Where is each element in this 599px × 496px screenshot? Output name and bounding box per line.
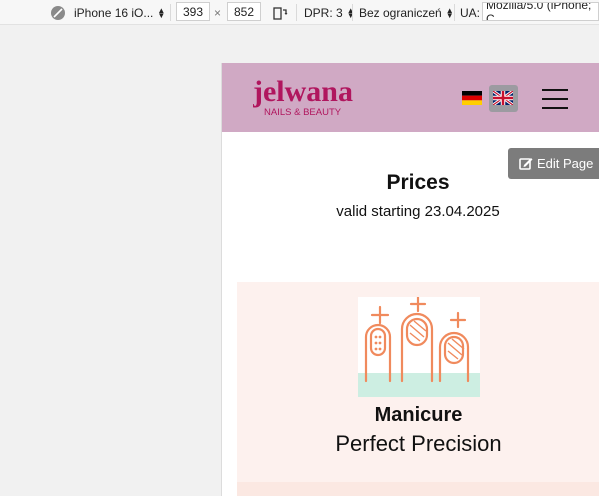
next-card-edge (237, 482, 599, 496)
updown-arrow-icon: ▲ ▼ (346, 5, 355, 20)
viewport-width-value: 393 (182, 4, 204, 19)
manicure-nails-icon (358, 295, 480, 397)
german-flag-icon[interactable] (462, 91, 482, 105)
page-title: Prices (386, 171, 450, 194)
rotate-icon[interactable] (272, 0, 288, 25)
toolbar-divider (352, 4, 353, 21)
page-subtitle: valid starting 23.04.2025 (336, 203, 500, 220)
devtools-device-toolbar: iPhone 16 iO... ▲ ▼ 393 × 852 DPR: 3 ▲ ▼ B… (0, 0, 599, 25)
uk-flag-icon (493, 91, 513, 105)
viewport-height-value: 852 (233, 4, 255, 19)
site-header: jelwana NAILS & BEAUTY (222, 63, 599, 132)
dimension-separator: × (214, 5, 222, 20)
updown-arrow-icon: ▲ ▼ (445, 5, 454, 20)
user-agent-input[interactable]: Mozilla/5.0 (iPhone; C (482, 2, 599, 21)
language-en-button[interactable] (489, 85, 518, 112)
viewport-width-input[interactable]: 393 (176, 2, 210, 21)
device-select[interactable]: iPhone 16 iO... ▲ ▼ (74, 0, 165, 25)
edit-page-label: Edit Page (537, 156, 594, 171)
dpr-select[interactable]: DPR: 3 ▲ ▼ (304, 0, 355, 25)
throttle-select-label: Bez ograniczeń (359, 5, 442, 20)
user-agent-value: Mozilla/5.0 (iPhone; C (486, 2, 592, 21)
toolbar-divider (454, 4, 455, 21)
updown-arrow-icon: ▲ ▼ (157, 5, 166, 20)
edit-icon (519, 158, 533, 170)
hamburger-menu-icon[interactable] (542, 89, 568, 116)
device-select-label: iPhone 16 iO... (74, 5, 154, 20)
device-frame-icon[interactable] (50, 0, 66, 25)
dpr-select-label: DPR: 3 (304, 5, 343, 20)
toolbar-divider (170, 4, 171, 21)
service-card-manicure[interactable]: Manicure Perfect Precision (237, 282, 599, 496)
logo-sub-text: NAILS & BEAUTY (264, 107, 342, 118)
logo-main-text: jelwana (253, 75, 353, 108)
site-logo[interactable]: jelwana NAILS & BEAUTY (252, 69, 353, 124)
device-viewport: jelwana NAILS & BEAUTY Edit Page Prices … (221, 63, 599, 496)
service-title: Manicure (374, 404, 463, 426)
toolbar-divider (296, 4, 297, 21)
ua-label: UA: (460, 5, 481, 20)
throttle-select[interactable]: Bez ograniczeń ▲ ▼ (359, 0, 454, 25)
service-subtitle: Perfect Precision (335, 431, 502, 456)
viewport-height-input[interactable]: 852 (227, 2, 261, 21)
